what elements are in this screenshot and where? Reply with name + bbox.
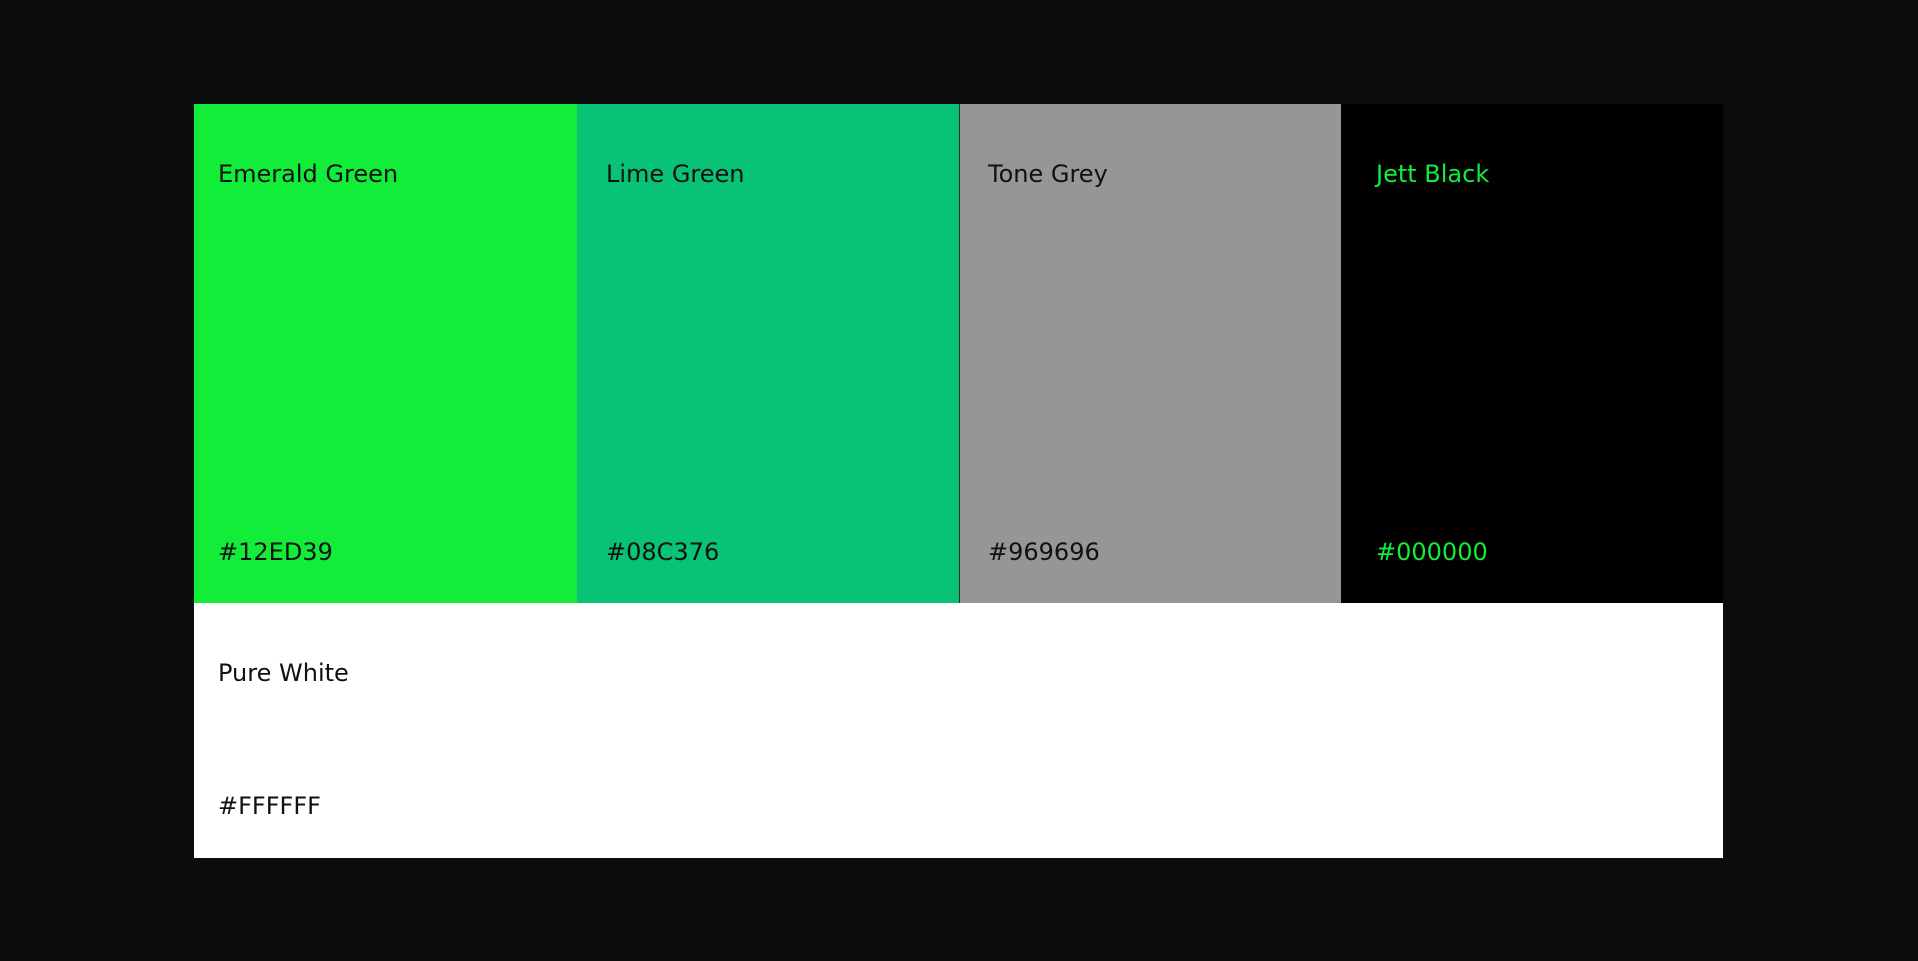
swatch-name: Pure White: [218, 659, 349, 687]
swatch-lime-green: Lime Green #08C376: [577, 104, 959, 603]
swatch-row: Emerald Green #12ED39 Lime Green #08C376…: [194, 104, 1723, 603]
swatch-hex: #000000: [1376, 538, 1488, 566]
swatch-emerald-green: Emerald Green #12ED39: [194, 104, 577, 603]
swatch-name: Lime Green: [606, 160, 745, 188]
swatch-pure-white: Pure White #FFFFFF: [194, 603, 1723, 858]
swatch-tone-grey: Tone Grey #969696: [959, 104, 1341, 603]
swatch-name: Tone Grey: [988, 160, 1108, 188]
swatch-hex: #FFFFFF: [218, 792, 321, 820]
swatch-hex: #12ED39: [218, 538, 333, 566]
swatch-jett-black: Jett Black #000000: [1341, 104, 1723, 603]
swatch-hex: #08C376: [606, 538, 720, 566]
swatch-hex: #969696: [988, 538, 1100, 566]
color-palette: Emerald Green #12ED39 Lime Green #08C376…: [194, 104, 1723, 858]
swatch-name: Emerald Green: [218, 160, 399, 188]
swatch-name: Jett Black: [1376, 160, 1490, 188]
